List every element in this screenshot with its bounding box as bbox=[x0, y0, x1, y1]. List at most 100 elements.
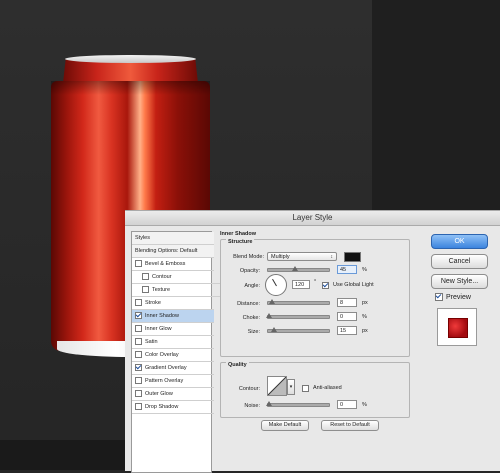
style-item-label: Outer Glow bbox=[145, 391, 173, 397]
angle-dial[interactable] bbox=[265, 274, 287, 296]
style-item-checkbox[interactable] bbox=[135, 364, 142, 372]
layer-style-dialog: Layer Style Styles Blending Options: Defa… bbox=[125, 210, 500, 473]
style-item-label: Bevel & Emboss bbox=[145, 261, 186, 267]
dialog-title[interactable]: Layer Style bbox=[125, 211, 500, 226]
choke-unit: % bbox=[362, 314, 367, 320]
new-style-button[interactable]: New Style... bbox=[431, 274, 488, 289]
style-item-contour[interactable]: Contour bbox=[132, 271, 221, 284]
choke-field[interactable]: 0 bbox=[337, 312, 357, 321]
can-lid bbox=[65, 55, 196, 63]
opacity-slider[interactable] bbox=[267, 266, 330, 272]
style-item-label: Stroke bbox=[145, 300, 161, 306]
preview-checkbox[interactable] bbox=[435, 293, 443, 301]
reset-to-default-button[interactable]: Reset to Default bbox=[321, 420, 379, 431]
style-item-label: Blending Options: Default bbox=[135, 248, 198, 254]
noise-slider[interactable] bbox=[266, 401, 330, 407]
anti-aliased-checkbox[interactable] bbox=[302, 385, 309, 392]
style-item-label: Styles bbox=[135, 235, 150, 241]
ok-button[interactable]: OK bbox=[431, 234, 488, 249]
style-item-label: Inner Shadow bbox=[145, 313, 179, 319]
contour-picker[interactable] bbox=[267, 376, 287, 396]
section-title: Inner Shadow bbox=[220, 231, 257, 237]
noise-label: Noise: bbox=[244, 403, 260, 409]
blend-mode-value: Multiply bbox=[271, 254, 290, 260]
angle-dial-needle bbox=[272, 278, 277, 287]
style-item-inner-shadow[interactable]: Inner Shadow bbox=[132, 310, 214, 323]
contour-dropdown-arrow-icon[interactable]: ▾ bbox=[287, 379, 295, 395]
size-slider[interactable] bbox=[267, 327, 330, 333]
style-item-checkbox[interactable] bbox=[135, 325, 142, 333]
style-item-label: Color Overlay bbox=[145, 352, 179, 358]
style-item-bevel-emboss[interactable]: Bevel & Emboss bbox=[132, 258, 214, 271]
style-item-label: Texture bbox=[152, 287, 171, 293]
style-item-blending-options-default[interactable]: Blending Options: Default bbox=[132, 245, 214, 258]
size-unit: px bbox=[362, 328, 368, 334]
cancel-button[interactable]: Cancel bbox=[431, 254, 488, 269]
blend-mode-select[interactable]: Multiply ↕ bbox=[267, 252, 337, 261]
angle-unit: ° bbox=[314, 279, 317, 285]
style-item-label: Satin bbox=[145, 339, 158, 345]
preview-swatch bbox=[448, 318, 468, 338]
style-item-texture[interactable]: Texture bbox=[132, 284, 221, 297]
style-item-checkbox[interactable] bbox=[142, 273, 149, 281]
opacity-slider-thumb[interactable] bbox=[292, 266, 298, 271]
style-item-checkbox[interactable] bbox=[135, 351, 142, 359]
distance-unit: px bbox=[362, 300, 368, 306]
style-item-stroke[interactable]: Stroke bbox=[132, 297, 214, 310]
opacity-field[interactable]: 45 bbox=[337, 265, 357, 274]
distance-slider-thumb[interactable] bbox=[269, 299, 275, 304]
use-global-light-checkbox[interactable] bbox=[322, 282, 329, 289]
style-item-satin[interactable]: Satin bbox=[132, 336, 214, 349]
style-item-pattern-overlay[interactable]: Pattern Overlay bbox=[132, 375, 214, 388]
style-item-checkbox[interactable] bbox=[135, 299, 142, 307]
angle-label: Angle: bbox=[244, 283, 260, 289]
style-item-checkbox[interactable] bbox=[135, 338, 142, 346]
use-global-light-label: Use Global Light bbox=[333, 282, 374, 288]
quality-title: Quality bbox=[226, 362, 249, 368]
style-item-label: Inner Glow bbox=[145, 326, 172, 332]
canvas-background-bottom bbox=[0, 440, 125, 470]
size-field[interactable]: 15 bbox=[337, 326, 357, 335]
style-item-label: Pattern Overlay bbox=[145, 378, 184, 384]
choke-label: Choke: bbox=[242, 315, 260, 321]
style-item-label: Gradient Overlay bbox=[145, 365, 187, 371]
size-slider-thumb[interactable] bbox=[271, 327, 277, 332]
style-item-checkbox[interactable] bbox=[135, 390, 142, 398]
style-item-checkbox[interactable] bbox=[135, 260, 142, 268]
style-item-checkbox[interactable] bbox=[135, 403, 142, 411]
select-arrows-icon: ↕ bbox=[330, 254, 334, 260]
style-item-checkbox[interactable] bbox=[135, 377, 142, 385]
structure-title: Structure bbox=[226, 239, 255, 245]
linear-contour-icon bbox=[267, 376, 287, 396]
distance-slider[interactable] bbox=[267, 299, 330, 305]
make-default-button[interactable]: Make Default bbox=[261, 420, 309, 431]
size-label: Size: bbox=[247, 329, 260, 335]
style-item-label: Contour bbox=[152, 274, 172, 280]
noise-slider-thumb[interactable] bbox=[266, 401, 272, 406]
angle-field[interactable]: 120 bbox=[292, 280, 310, 289]
preview-label: Preview bbox=[446, 293, 471, 301]
styles-list: Styles Blending Options: Default Bevel & E… bbox=[131, 231, 221, 473]
distance-field[interactable]: 8 bbox=[337, 298, 357, 307]
style-item-checkbox[interactable] bbox=[135, 312, 142, 320]
style-item-inner-glow[interactable]: Inner Glow bbox=[132, 323, 214, 336]
noise-field[interactable]: 0 bbox=[337, 400, 357, 409]
style-item-outer-glow[interactable]: Outer Glow bbox=[132, 388, 214, 401]
choke-slider[interactable] bbox=[266, 313, 330, 319]
style-item-gradient-overlay[interactable]: Gradient Overlay bbox=[132, 362, 214, 375]
noise-unit: % bbox=[362, 402, 367, 408]
style-item-styles[interactable]: Styles bbox=[132, 232, 214, 245]
preview-toggle[interactable]: Preview bbox=[435, 293, 471, 301]
style-item-label: Drop Shadow bbox=[145, 404, 179, 410]
style-item-checkbox[interactable] bbox=[142, 286, 149, 294]
inner-shadow-panel: Inner Shadow Structure Blend Mode: Multi… bbox=[218, 229, 414, 469]
opacity-unit: % bbox=[362, 267, 367, 273]
choke-slider-thumb[interactable] bbox=[266, 313, 272, 318]
style-item-drop-shadow[interactable]: Drop Shadow bbox=[132, 401, 214, 414]
anti-aliased-label: Anti-aliased bbox=[313, 385, 342, 391]
distance-label: Distance: bbox=[237, 301, 260, 307]
can-shadow-band bbox=[51, 81, 210, 95]
shadow-color-swatch[interactable] bbox=[344, 252, 361, 262]
style-item-color-overlay[interactable]: Color Overlay bbox=[132, 349, 214, 362]
blend-mode-label: Blend Mode: bbox=[233, 254, 264, 260]
